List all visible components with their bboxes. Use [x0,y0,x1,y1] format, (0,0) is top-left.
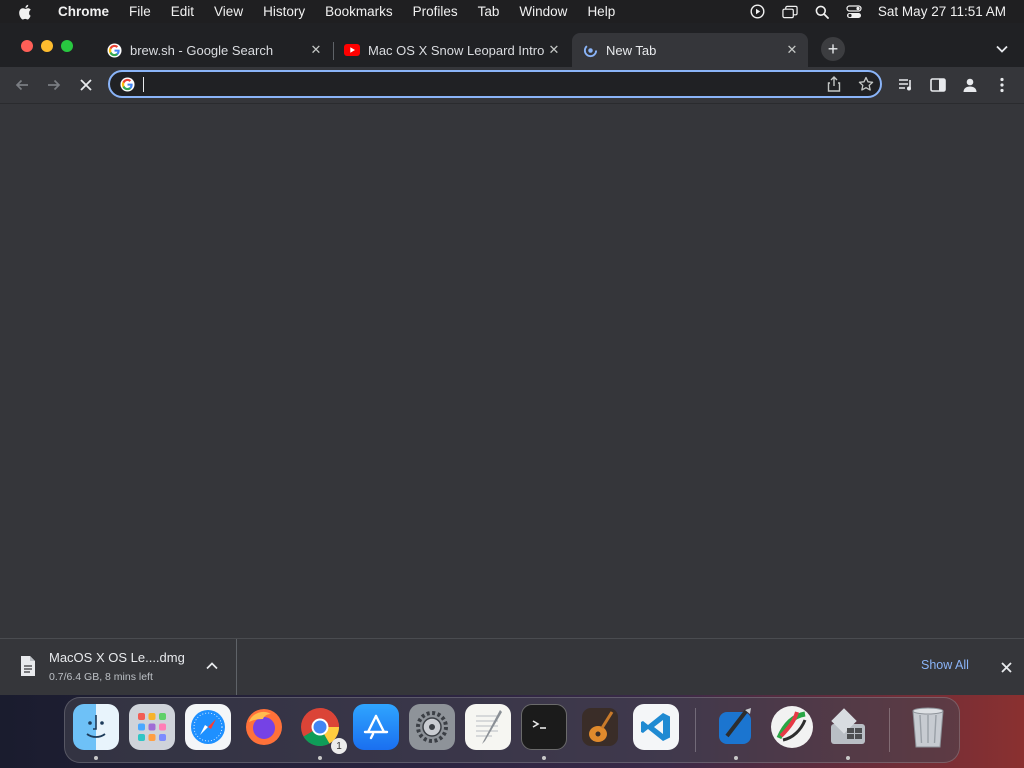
back-arrow-icon[interactable] [13,76,31,94]
screen-recording-icon[interactable] [750,4,766,20]
google-chrome-icon[interactable]: 1 [297,704,347,754]
garageband-icon[interactable] [577,704,623,750]
finder-icon[interactable] [73,704,119,750]
tab-title: New Tab [606,42,657,58]
tab-snow-leopard-intro[interactable]: Mac OS X Snow Leopard Intro ✕ [334,33,570,67]
browser-toolbar [0,67,1024,104]
google-icon [106,42,122,58]
tab-title: brew.sh - Google Search [130,42,274,58]
menu-tab[interactable]: Tab [468,4,510,19]
textedit-icon[interactable] [465,704,511,750]
menubar-clock[interactable]: Sat May 27 11:51 AM [878,4,1006,19]
tab-strip: brew.sh - Google Search ✕ Mac OS X Snow … [0,23,1024,67]
window-close-button[interactable] [21,40,33,52]
notification-badge: 1 [331,738,347,754]
trash-icon[interactable] [905,704,951,750]
menu-profiles[interactable]: Profiles [403,4,468,19]
tab-brew-search[interactable]: brew.sh - Google Search ✕ [96,33,332,67]
spotlight-search-icon[interactable] [814,4,830,20]
menu-view[interactable]: View [204,4,253,19]
visual-studio-code-icon[interactable] [633,704,679,750]
running-indicator [94,756,98,760]
tab-search-chevron-icon[interactable] [994,41,1010,57]
menu-file[interactable]: File [119,4,161,19]
system-preferences-icon[interactable] [409,704,455,750]
youtube-icon [344,42,360,58]
download-status: 0.7/6.4 GB, 8 mins left [49,671,153,683]
boot-camp-assistant-icon[interactable] [825,704,871,750]
running-indicator [846,756,850,760]
download-shelf: MacOS X OS Le....dmg 0.7/6.4 GB, 8 mins … [0,638,1024,695]
tab-title: Mac OS X Snow Leopard Intro [368,42,545,58]
address-bar[interactable] [108,70,882,98]
window-zoom-button[interactable] [61,40,73,52]
menu-history[interactable]: History [253,4,315,19]
share-icon[interactable] [826,76,842,92]
google-icon [119,76,135,92]
tab-close-icon[interactable]: ✕ [546,42,562,58]
address-input[interactable] [142,74,802,94]
more-menu-icon[interactable] [993,76,1011,94]
text-caret [143,77,144,92]
menu-bookmarks[interactable]: Bookmarks [315,4,403,19]
tab-new-tab[interactable]: New Tab ✕ [572,33,808,67]
safari-icon[interactable] [185,704,231,750]
firefox-icon[interactable] [241,704,287,750]
page-content[interactable] [0,104,1024,638]
dock-separator [889,708,890,752]
menu-edit[interactable]: Edit [161,4,204,19]
menu-help[interactable]: Help [577,4,625,19]
tab-close-icon[interactable]: ✕ [308,42,324,58]
chevron-up-icon[interactable] [205,659,219,673]
mosaic-icon[interactable] [769,704,815,750]
download-filename: MacOS X OS Le....dmg [49,650,185,665]
window-minimize-button[interactable] [41,40,53,52]
side-panel-icon[interactable] [929,76,947,94]
file-icon [17,653,39,679]
download-item[interactable]: MacOS X OS Le....dmg 0.7/6.4 GB, 8 mins … [0,639,237,695]
apple-menu-icon[interactable] [18,3,36,21]
xcode-icon[interactable] [713,704,759,750]
app-store-icon[interactable] [353,704,399,750]
show-all-downloads-button[interactable]: Show All [921,658,969,672]
terminal-icon[interactable] [521,704,567,750]
running-indicator [542,756,546,760]
media-controls-icon[interactable] [897,76,915,94]
menu-window[interactable]: Window [509,4,577,19]
running-indicator [318,756,322,760]
menu-bar: Chrome File Edit View History Bookmarks … [0,0,1024,23]
new-tab-button[interactable]: + [821,37,845,61]
tab-close-icon[interactable]: ✕ [784,42,800,58]
bookmark-star-icon[interactable] [858,76,874,92]
control-center-icon[interactable] [846,4,862,20]
forward-arrow-icon[interactable] [45,76,63,94]
profile-avatar-icon[interactable] [961,76,979,94]
launchpad-icon[interactable] [129,704,175,750]
running-indicator [734,756,738,760]
stop-loading-icon[interactable] [77,76,95,94]
dock: 1 [64,697,960,763]
dock-separator [695,708,696,752]
screen-mirroring-icon[interactable] [782,4,798,20]
loading-icon [582,42,598,58]
menu-app-name[interactable]: Chrome [48,4,119,19]
close-icon[interactable] [998,659,1014,675]
